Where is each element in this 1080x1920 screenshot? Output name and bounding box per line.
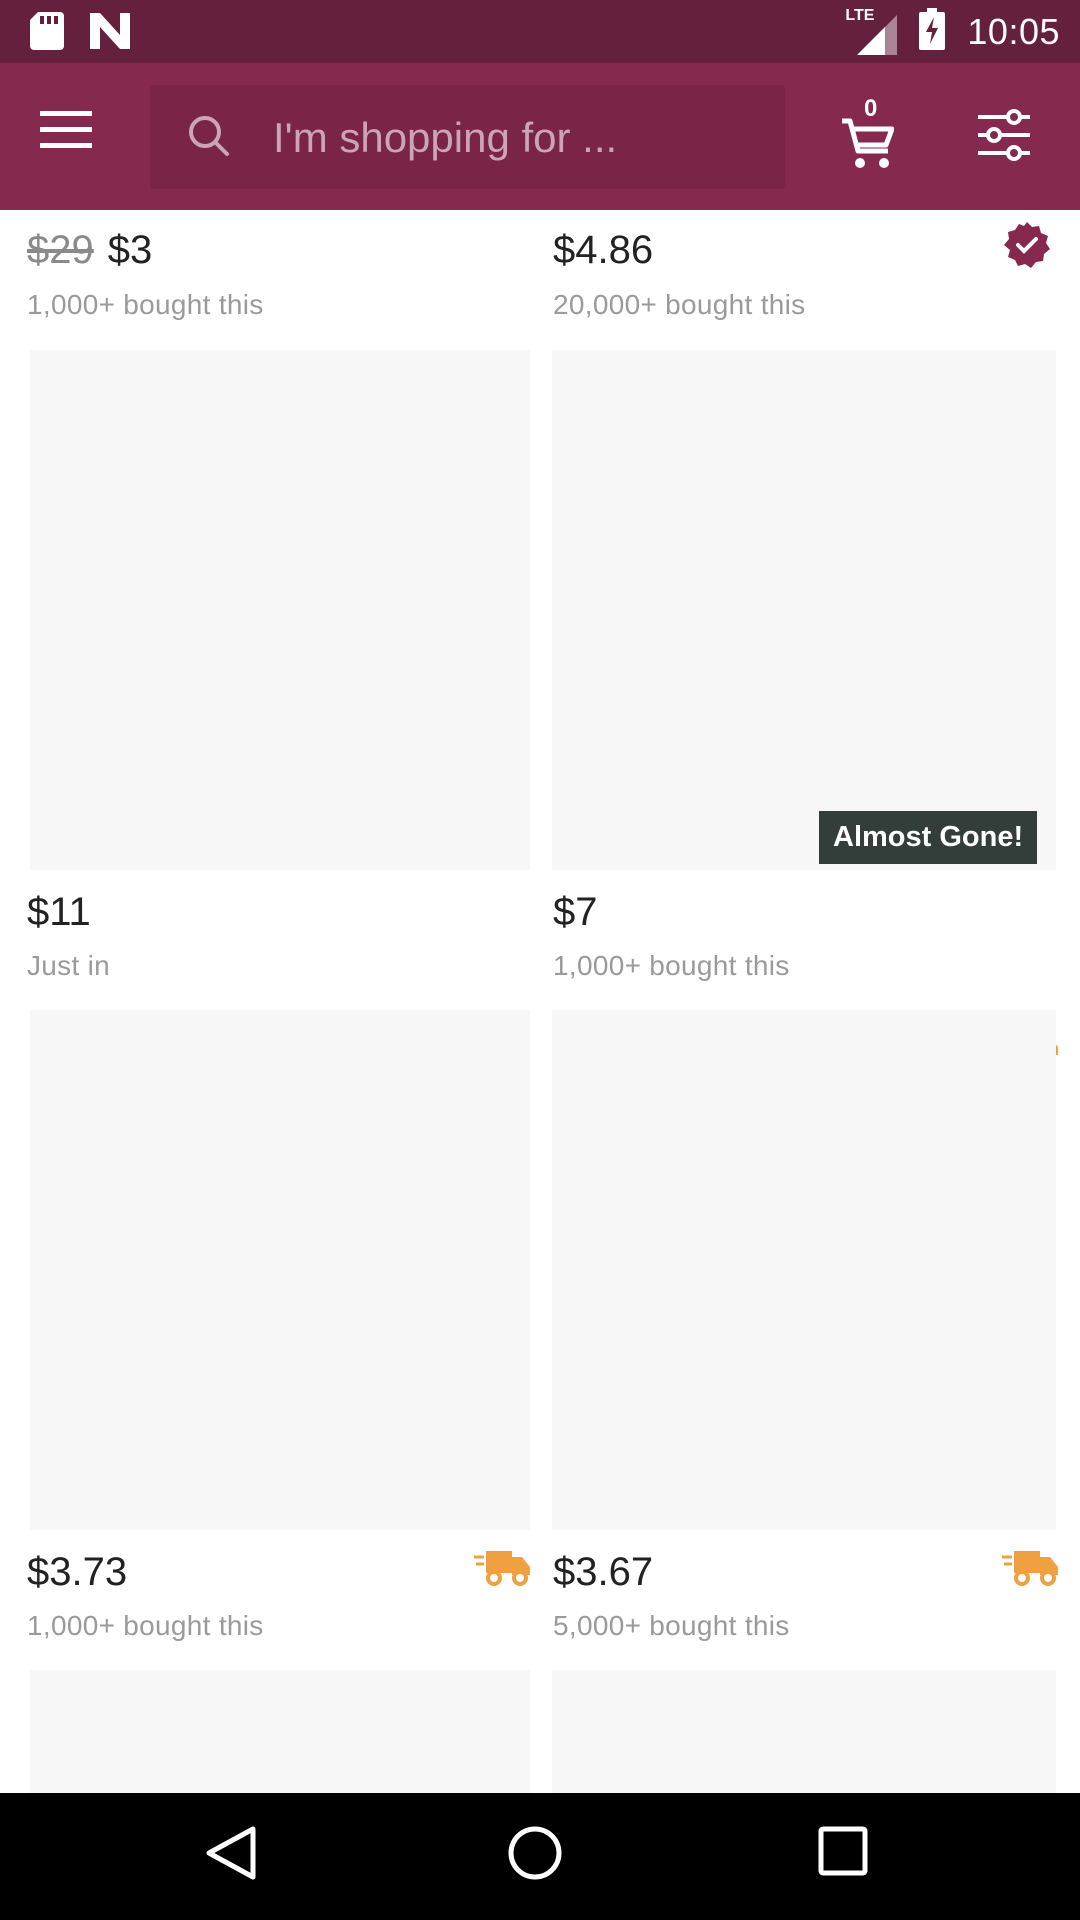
status-text: Just in bbox=[27, 950, 111, 981]
product-card[interactable] bbox=[540, 1670, 1080, 1793]
product-grid: $29 $3 1,000+ bought this $4.86 20,000+ b… bbox=[0, 210, 1080, 1793]
fast-shipping-truck-icon bbox=[1002, 1547, 1058, 1592]
clock: 10:05 bbox=[967, 10, 1060, 52]
filter-button[interactable] bbox=[978, 109, 1034, 165]
price: $11 bbox=[27, 890, 91, 934]
product-card[interactable]: $4.86 20,000+ bought this bbox=[540, 210, 1080, 330]
verified-check-icon bbox=[1004, 222, 1050, 273]
menu-button[interactable] bbox=[40, 109, 100, 165]
purchase-count: 20,000+ bought this bbox=[553, 289, 806, 320]
toolbar: I'm shopping for ... 0 bbox=[0, 63, 1080, 210]
search-input[interactable]: I'm shopping for ... bbox=[150, 85, 785, 189]
search-icon bbox=[188, 115, 230, 162]
product-card[interactable] bbox=[0, 1670, 530, 1793]
purchase-count: 5,000+ bought this bbox=[553, 1610, 790, 1641]
purchase-count: 1,000+ bought this bbox=[553, 950, 790, 981]
recents-button[interactable] bbox=[815, 1823, 885, 1893]
purchase-count: 1,000+ bought this bbox=[27, 1610, 264, 1641]
product-card[interactable]: $29 $3 1,000+ bought this bbox=[0, 210, 530, 330]
fast-shipping-truck-icon bbox=[474, 1547, 530, 1592]
n-logo-icon bbox=[90, 13, 130, 54]
signal-icon: LTE bbox=[845, 7, 898, 55]
product-card[interactable]: $3.67 5,000+ bought this bbox=[540, 1010, 1080, 1650]
almost-gone-badge: Almost Gone! bbox=[819, 811, 1038, 864]
sd-card-icon bbox=[30, 12, 64, 55]
product-card[interactable]: $11 Just in bbox=[0, 350, 530, 990]
home-icon bbox=[508, 1826, 562, 1880]
recents-icon bbox=[818, 1826, 868, 1876]
original-price: $29 bbox=[27, 228, 94, 272]
search-placeholder: I'm shopping for ... bbox=[273, 114, 618, 161]
product-image bbox=[552, 350, 1056, 870]
product-card[interactable]: Almost Gone! $7 1,000+ bought this bbox=[540, 350, 1080, 1066]
filter-sliders-icon bbox=[978, 109, 1030, 161]
product-image bbox=[552, 1670, 1056, 1793]
product-image bbox=[30, 350, 530, 870]
price-row: $29 $3 bbox=[27, 228, 152, 273]
purchase-count: 1,000+ bought this bbox=[27, 289, 264, 320]
hamburger-menu-icon bbox=[40, 111, 92, 148]
back-button[interactable] bbox=[203, 1823, 273, 1893]
back-icon bbox=[206, 1826, 256, 1880]
price: $4.86 bbox=[553, 228, 654, 272]
product-card[interactable]: $3.73 1,000+ bought this bbox=[0, 1010, 530, 1650]
sale-price: $3 bbox=[107, 228, 153, 272]
navigation-bar bbox=[0, 1793, 1080, 1920]
network-label: LTE bbox=[845, 6, 875, 24]
product-image bbox=[30, 1670, 530, 1793]
product-image bbox=[552, 1010, 1056, 1530]
price: $7 bbox=[553, 890, 598, 934]
product-image bbox=[30, 1010, 530, 1530]
price: $3.67 bbox=[553, 1550, 654, 1594]
cart-button[interactable]: 0 bbox=[838, 95, 908, 175]
home-button[interactable] bbox=[505, 1823, 575, 1893]
price: $3.73 bbox=[27, 1550, 128, 1594]
battery-charging-icon bbox=[919, 8, 946, 55]
status-bar: LTE 10:05 bbox=[0, 0, 1080, 63]
cart-count: 0 bbox=[864, 95, 878, 122]
